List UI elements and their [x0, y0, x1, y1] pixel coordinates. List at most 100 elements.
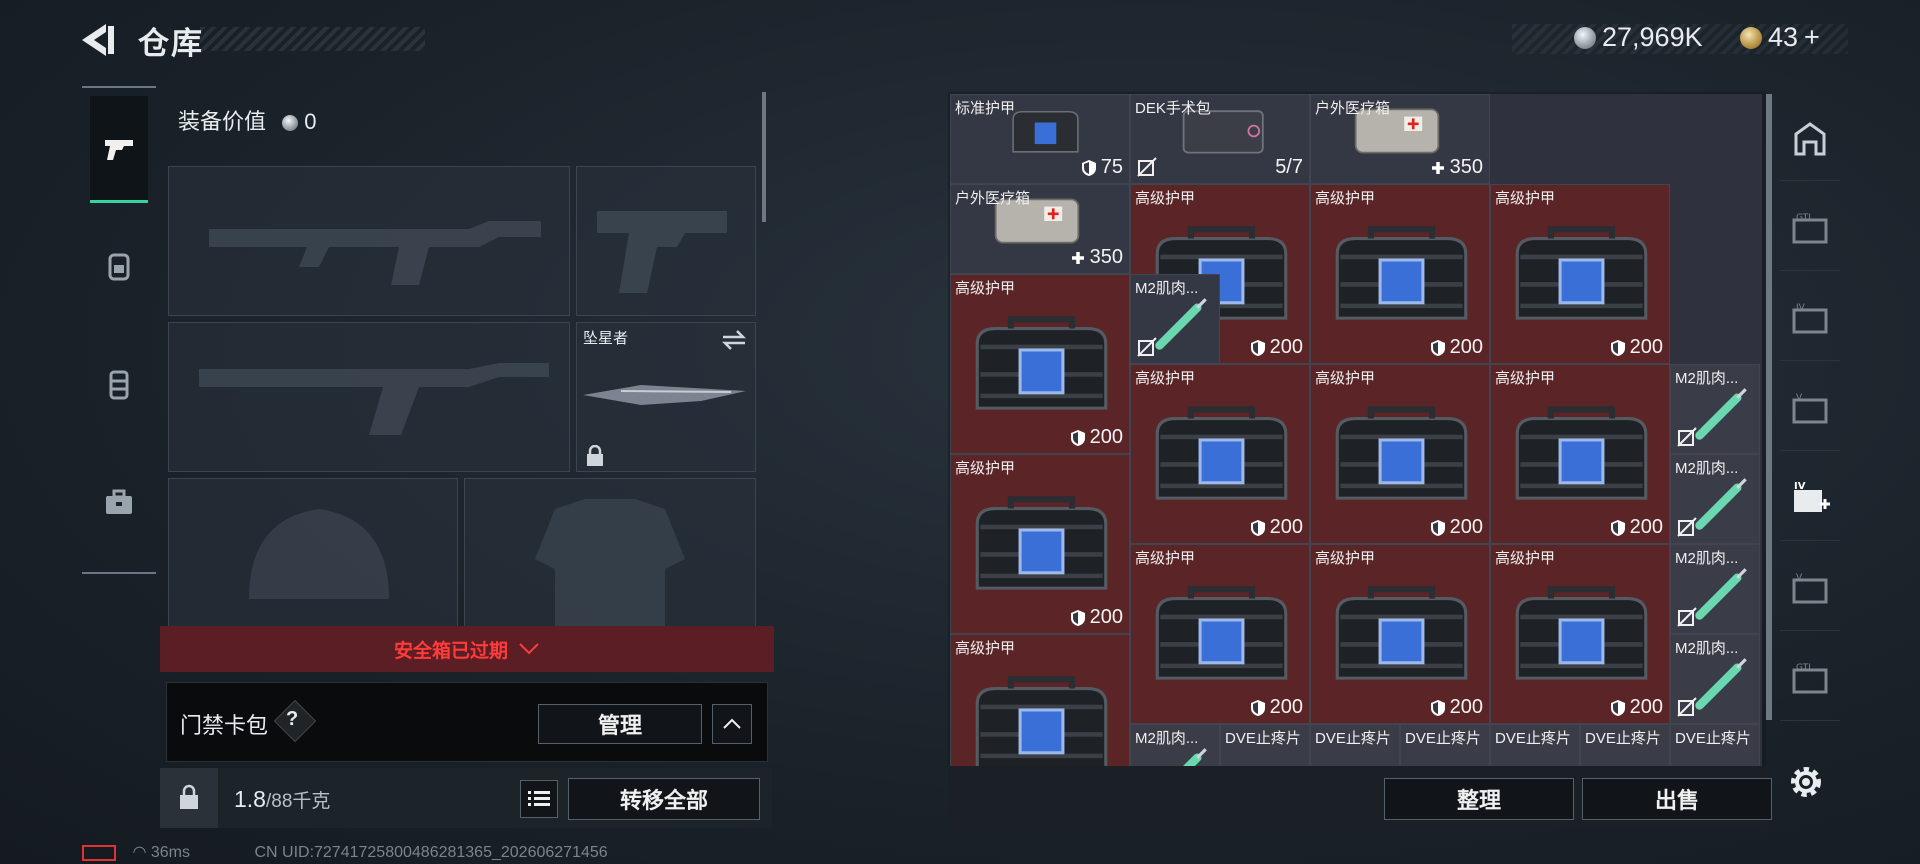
inventory-item[interactable]: 户外医疗箱 350	[950, 184, 1130, 274]
tab-storage-1[interactable]	[1780, 100, 1840, 181]
armor-bag-icon	[1335, 406, 1467, 500]
item-name: DVE止疼片	[1225, 730, 1301, 747]
inventory-item[interactable]: DEK手术包 5/7	[1130, 94, 1310, 184]
safe-box-expired-banner[interactable]: 安全箱已过期	[160, 626, 774, 672]
inventory-item[interactable]: M2肌肉...	[1130, 724, 1220, 766]
inventory-item[interactable]: 高级护甲 200	[1310, 184, 1490, 364]
item-value-text: 200	[1449, 696, 1483, 718]
inventory-item[interactable]: 高级护甲 200	[1490, 544, 1670, 724]
item-name: 户外医疗箱	[955, 190, 1031, 207]
tab-storage-6[interactable]: V	[1780, 550, 1840, 631]
no-drop-icon	[1137, 157, 1157, 177]
item-value-text: 350	[1449, 156, 1483, 178]
no-drop-icon	[1677, 517, 1697, 537]
uid-text: CN UID:7274172580048628136​5_20260627145…	[254, 844, 608, 861]
tab-storage-3[interactable]: IV	[1780, 280, 1840, 361]
melee-name: 坠星者	[583, 330, 629, 347]
item-value-text: 200	[1449, 336, 1483, 358]
inventory-item[interactable]: 户外医疗箱 350	[1310, 94, 1490, 184]
armor-bag-icon	[1012, 110, 1079, 153]
equipment-value: 装备价值 0	[178, 104, 317, 136]
item-value: 200	[1250, 696, 1303, 719]
inventory-grid: 标准护甲 75 DEK手术包 5/7 户外医疗箱 350 户外医疗箱 350 高级护甲 2…	[950, 94, 1762, 766]
item-value: 200	[1430, 336, 1483, 359]
no-drop-icon	[1677, 607, 1697, 627]
tab-storage-7[interactable]: GTI	[1780, 640, 1840, 721]
secondary-weapon-slot[interactable]	[168, 322, 570, 472]
inventory-item[interactable]: 高级护甲 200	[1490, 184, 1670, 364]
safe-box-expired-text: 安全箱已过期	[393, 640, 508, 662]
svg-text:IV: IV	[1794, 481, 1806, 492]
inventory-item[interactable]: 标准护甲 75	[950, 94, 1130, 184]
sort-button[interactable]: 整理	[1384, 778, 1574, 820]
no-drop-icon	[1677, 427, 1697, 447]
inventory-item[interactable]: DVE止疼片	[1580, 724, 1670, 766]
inventory-item[interactable]: M2肌肉...	[1670, 364, 1760, 454]
pistol-slot[interactable]	[576, 166, 756, 316]
tab-storage-2[interactable]: GTI	[1780, 190, 1840, 271]
armor-bag-icon	[1155, 586, 1287, 680]
armor-slot[interactable]	[464, 478, 756, 628]
helmet-slot[interactable]	[168, 478, 458, 628]
durability-shield-icon	[1070, 429, 1085, 446]
inventory-item[interactable]: M2肌肉...	[1670, 544, 1760, 634]
transfer-all-button[interactable]: 转移全部	[568, 778, 760, 820]
back-arrow-icon	[82, 24, 114, 56]
item-value: 200	[1430, 516, 1483, 539]
syringe-icon	[1695, 658, 1747, 710]
tab-storage-5[interactable]: IV	[1780, 460, 1840, 541]
inventory-item[interactable]: M2肌肉...	[1670, 634, 1760, 724]
inventory-item[interactable]: 高级护甲 200	[1130, 544, 1310, 724]
syringe-icon	[1155, 298, 1207, 350]
inventory-item[interactable]: 高级护甲 200	[1310, 544, 1490, 724]
inventory-item[interactable]: 高级护甲 200	[1130, 364, 1310, 544]
settings-gear-icon[interactable]	[1786, 762, 1826, 802]
armor-silhouette-icon	[535, 499, 685, 627]
melee-slot[interactable]: 坠星者	[576, 322, 756, 472]
tab-backpack[interactable]	[90, 214, 148, 318]
inventory-item[interactable]: M2肌肉...	[1130, 274, 1220, 364]
inventory-item[interactable]: 高级护甲 200	[1310, 364, 1490, 544]
inventory-item[interactable]: 高级护甲	[950, 634, 1130, 766]
inventory-item[interactable]: 高级护甲 200	[950, 274, 1130, 454]
armor-bag-icon	[1335, 226, 1467, 320]
inventory-item[interactable]: DVE止疼片	[1310, 724, 1400, 766]
item-name: 标准护甲	[955, 100, 1016, 117]
back-button[interactable]	[78, 20, 122, 60]
item-value-text: 200	[1269, 336, 1303, 358]
inventory-item[interactable]: 高级护甲 200	[1490, 364, 1670, 544]
list-view-button[interactable]	[520, 780, 558, 818]
helmet-silhouette-icon	[249, 509, 389, 599]
sell-button[interactable]: 出售	[1582, 778, 1772, 820]
heal-plus-icon	[1071, 251, 1084, 264]
inventory-item[interactable]: DVE止疼片	[1490, 724, 1580, 766]
item-name: 高级护甲	[1135, 550, 1196, 567]
equipment-tab-bar	[82, 86, 156, 574]
inventory-item[interactable]: 高级护甲 200	[950, 454, 1130, 634]
inventory-item[interactable]: DVE止疼片	[1400, 724, 1490, 766]
armor-bag-icon	[1155, 406, 1287, 500]
inventory-item[interactable]: DVE止疼片	[1220, 724, 1310, 766]
swap-icon[interactable]	[721, 329, 747, 351]
armor-bag-icon	[1515, 226, 1647, 320]
equipment-scrollbar[interactable]	[762, 92, 766, 222]
inventory-item[interactable]: DVE止疼片	[1670, 724, 1760, 766]
storage-lock[interactable]	[160, 768, 218, 828]
tab-vest[interactable]	[90, 332, 148, 436]
tab-case[interactable]	[90, 450, 148, 554]
svg-text:IV: IV	[1796, 303, 1806, 313]
item-value-text: 350	[1089, 246, 1123, 268]
collapse-button[interactable]	[712, 704, 752, 744]
tab-storage-4[interactable]: V	[1780, 370, 1840, 451]
chevron-up-icon	[723, 718, 741, 729]
weight-capacity: /88千克	[265, 791, 331, 812]
gold-currency[interactable]: 43 +	[1740, 22, 1820, 53]
item-name: 户外医疗箱	[1315, 100, 1391, 117]
primary-weapon-slot[interactable]	[168, 166, 570, 316]
inventory-item[interactable]: M2肌肉...	[1670, 454, 1760, 544]
manage-button[interactable]: 管理	[538, 704, 702, 744]
item-name: DVE止疼片	[1315, 730, 1391, 747]
add-gold-icon[interactable]: +	[1804, 22, 1820, 52]
tab-weapons[interactable]	[90, 96, 148, 203]
armor-bag-icon	[1515, 406, 1647, 500]
